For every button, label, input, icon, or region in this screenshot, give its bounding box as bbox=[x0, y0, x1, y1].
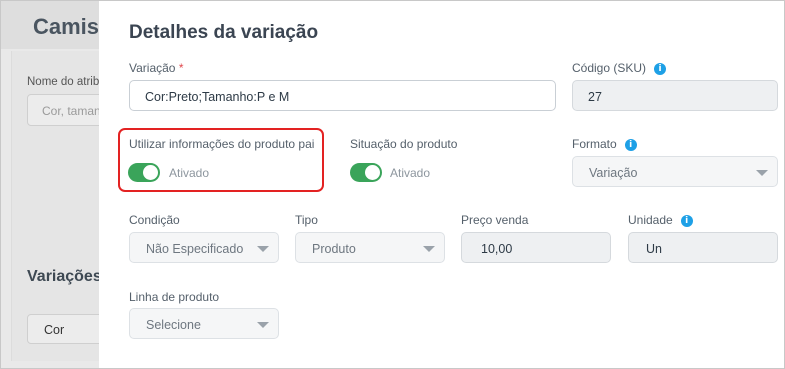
format-select[interactable]: Variação bbox=[572, 156, 778, 187]
product-status-label: Situação do produto bbox=[350, 137, 458, 151]
unit-label-text: Unidade bbox=[628, 213, 673, 227]
type-select-value: Produto bbox=[312, 242, 356, 256]
chevron-down-icon bbox=[756, 170, 768, 176]
background-section-title: Variações bbox=[27, 268, 102, 285]
type-select[interactable]: Produto bbox=[295, 232, 445, 263]
chevron-down-icon bbox=[257, 322, 269, 328]
modal-title: Detalhes da variação bbox=[129, 22, 319, 43]
product-line-select[interactable]: Selecione bbox=[129, 308, 279, 339]
info-icon[interactable]: i bbox=[680, 215, 693, 227]
info-icon[interactable]: i bbox=[654, 63, 667, 75]
format-select-value: Variação bbox=[589, 166, 638, 180]
product-line-select-value: Selecione bbox=[146, 318, 201, 332]
product-status-state: Ativado bbox=[390, 166, 431, 180]
variation-label-text: Variação bbox=[129, 61, 176, 75]
condition-label: Condição bbox=[129, 213, 180, 227]
variation-label: Variação * bbox=[129, 61, 184, 75]
format-label: Formato i bbox=[572, 137, 637, 151]
sku-input[interactable]: 27 bbox=[572, 80, 778, 111]
sku-label-text: Código (SKU) bbox=[572, 61, 647, 75]
screenshot-frame: Camis Nome do atrib Cor, taman Variações… bbox=[0, 0, 785, 369]
type-label: Tipo bbox=[295, 213, 318, 227]
info-icon[interactable]: i bbox=[624, 139, 637, 151]
chevron-down-icon bbox=[423, 246, 435, 252]
variation-input[interactable]: Cor:Preto;Tamanho:P e M bbox=[129, 80, 556, 111]
toggle-knob bbox=[365, 165, 380, 180]
unit-label: Unidade i bbox=[628, 213, 693, 227]
sku-label: Código (SKU) i bbox=[572, 61, 667, 75]
product-line-label: Linha de produto bbox=[129, 290, 220, 304]
sale-price-label: Preço venda bbox=[461, 213, 529, 227]
chevron-down-icon bbox=[257, 246, 269, 252]
background-page-title: Camis bbox=[33, 14, 100, 39]
sale-price-input[interactable]: 10,00 bbox=[461, 232, 611, 263]
condition-select[interactable]: Não Especificado bbox=[129, 232, 279, 263]
format-label-text: Formato bbox=[572, 137, 617, 151]
required-mark: * bbox=[178, 61, 184, 75]
background-attr-label: Nome do atrib bbox=[27, 76, 100, 88]
highlight-box bbox=[118, 128, 324, 192]
condition-select-value: Não Especificado bbox=[146, 242, 244, 256]
product-status-toggle[interactable] bbox=[350, 163, 382, 182]
unit-input[interactable]: Un bbox=[628, 232, 778, 263]
